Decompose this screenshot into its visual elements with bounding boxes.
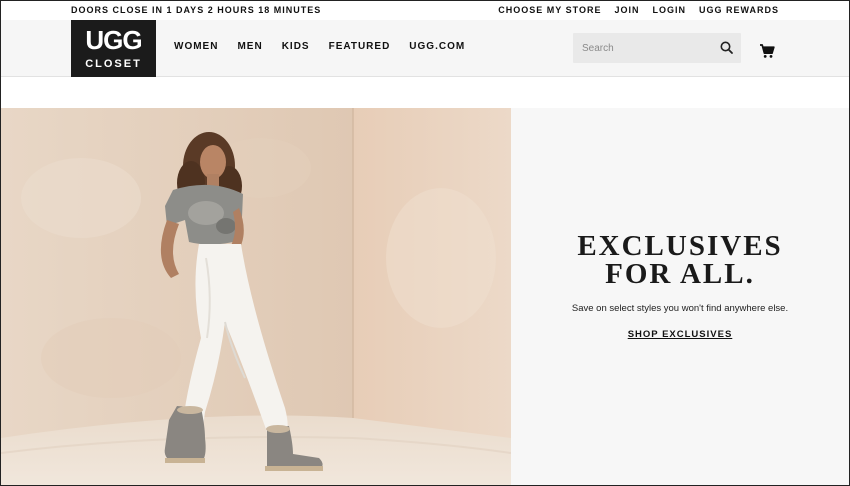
- nav-featured[interactable]: FEATURED: [329, 41, 391, 52]
- cta-wrapper: SHOP EXCLUSIVES: [511, 324, 849, 342]
- main-nav: WOMEN MEN KIDS FEATURED UGG.COM: [174, 41, 465, 52]
- nav-women[interactable]: WOMEN: [174, 41, 218, 52]
- page: DOORS CLOSE IN 1 DAYS 2 HOURS 18 MINUTES…: [0, 0, 850, 486]
- shop-exclusives-link[interactable]: SHOP EXCLUSIVES: [628, 329, 733, 340]
- utility-bar: DOORS CLOSE IN 1 DAYS 2 HOURS 18 MINUTES…: [1, 1, 849, 20]
- utility-nav: CHOOSE MY STORE JOIN LOGIN UGG REWARDS: [498, 5, 779, 15]
- logo-wordmark: UGG: [85, 25, 142, 55]
- logo-subtitle: CLOSET: [85, 58, 142, 70]
- ugg-rewards-link[interactable]: UGG REWARDS: [699, 5, 779, 15]
- ugg-closet-logo[interactable]: UGG CLOSET: [71, 20, 156, 77]
- choose-my-store-link[interactable]: CHOOSE MY STORE: [498, 5, 601, 15]
- nav-ugg-com[interactable]: UGG.COM: [409, 41, 465, 52]
- hero-image[interactable]: [1, 108, 511, 485]
- hero-headline: EXCLUSIVES FOR ALL.: [511, 230, 849, 290]
- site-header: UGG CLOSET WOMEN MEN KIDS FEATURED UGG.C…: [1, 20, 849, 77]
- hero-copy-panel: EXCLUSIVES FOR ALL. Save on select style…: [511, 108, 849, 485]
- countdown-banner: DOORS CLOSE IN 1 DAYS 2 HOURS 18 MINUTES: [71, 5, 322, 15]
- hero-banner: EXCLUSIVES FOR ALL. Save on select style…: [1, 108, 849, 485]
- hero-subtext: Save on select styles you won't find any…: [571, 303, 789, 314]
- cart-icon[interactable]: [758, 42, 776, 60]
- nav-men[interactable]: MEN: [237, 41, 262, 52]
- search-input[interactable]: [582, 40, 712, 56]
- join-link[interactable]: JOIN: [614, 5, 639, 15]
- login-link[interactable]: LOGIN: [652, 5, 686, 15]
- headline-line-2: FOR ALL.: [605, 258, 755, 290]
- headline-line-1: EXCLUSIVES: [577, 230, 783, 262]
- nav-kids[interactable]: KIDS: [282, 41, 310, 52]
- search-box: [573, 33, 741, 63]
- search-icon[interactable]: [718, 39, 736, 57]
